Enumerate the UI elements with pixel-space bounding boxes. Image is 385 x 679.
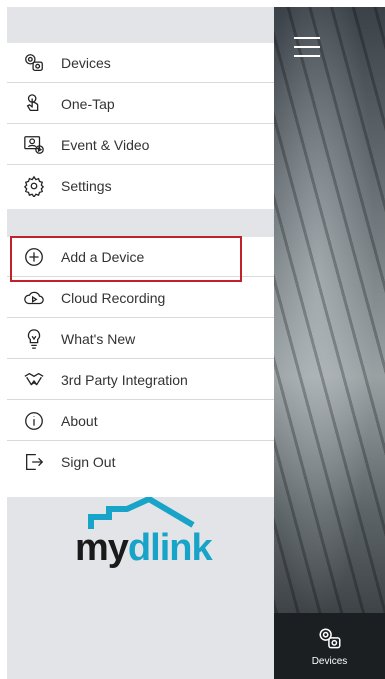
logo-dlink: dlink [127,527,213,569]
menu-item-label: Cloud Recording [61,289,166,306]
menu-item-sign-out[interactable]: Sign Out [7,442,274,482]
menu-group-main: Devices One-Tap Event & Video Settings [7,43,274,209]
hamburger-menu-icon[interactable] [294,37,320,57]
devices-icon [318,627,341,648]
sign-out-icon [21,450,47,474]
menu-item-cloud-recording[interactable]: Cloud Recording [7,278,274,318]
background-photo: Devices [274,7,385,679]
menu-item-label: Devices [61,54,111,71]
menu-item-label: Settings [61,178,112,194]
handshake-icon [21,368,47,392]
side-menu: Devices One-Tap Event & Video Settings A… [7,7,274,679]
devices-icon [21,51,47,75]
info-icon [21,409,47,433]
menu-item-settings[interactable]: Settings [7,166,274,206]
menu-item-devices[interactable]: Devices [7,43,274,83]
logo-my: my [75,527,129,569]
hand-tap-icon [21,92,47,116]
menu-item-label: 3rd Party Integration [61,371,188,388]
menu-item-label: One-Tap [61,95,115,112]
lightbulb-icon [21,327,47,351]
event-video-icon [21,133,47,157]
cloud-icon [21,286,47,310]
menu-item-whats-new[interactable]: What's New [7,319,274,359]
logo-wordmark: mydlink [75,527,213,570]
bottom-tab-devices[interactable]: Devices [274,613,385,679]
menu-item-about[interactable]: About [7,401,274,441]
menu-item-event-video[interactable]: Event & Video [7,125,274,165]
menu-item-one-tap[interactable]: One-Tap [7,84,274,124]
menu-item-label: Sign Out [61,454,116,470]
gear-icon [21,174,47,198]
menu-item-label: About [61,412,98,429]
menu-item-label: What's New [61,330,136,347]
menu-item-label: Event & Video [61,136,150,153]
highlight-box [10,236,242,282]
bottom-tab-label: Devices [311,655,348,667]
menu-item-third-party[interactable]: 3rd Party Integration [7,360,274,400]
mydlink-logo: mydlink [67,497,217,577]
